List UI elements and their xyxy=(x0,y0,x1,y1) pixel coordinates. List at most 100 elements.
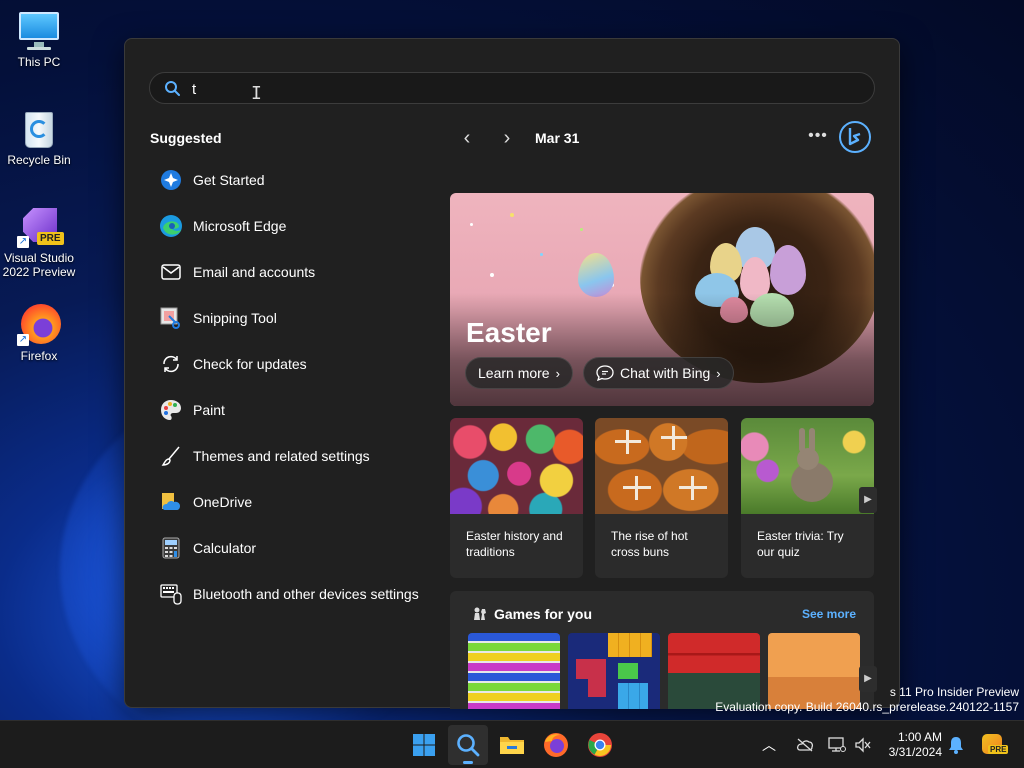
game-thumbnail xyxy=(568,633,660,709)
suggested-item-label: Snipping Tool xyxy=(193,310,277,326)
speaker-muted-icon xyxy=(855,737,871,753)
suggested-item-microsoft-edge[interactable]: Microsoft Edge xyxy=(149,203,439,249)
refresh-icon xyxy=(159,352,183,376)
file-explorer-button[interactable] xyxy=(492,725,532,765)
card-caption: Easter trivia: Try our quiz xyxy=(757,529,844,559)
caret-right-icon: ▶ xyxy=(864,673,872,684)
card-easter-trivia[interactable]: Easter trivia: Try our quiz xyxy=(741,418,874,578)
desktop-icon-label: Recycle Bin xyxy=(7,153,71,167)
hero-gradient-overlay xyxy=(450,293,874,406)
caret-right-icon: ▶ xyxy=(864,494,872,505)
desktop-icon-label: This PC xyxy=(17,55,61,69)
shortcut-arrow-icon: ↗ xyxy=(17,236,29,248)
suggested-item-email-accounts[interactable]: Email and accounts xyxy=(149,249,439,295)
bell-icon xyxy=(949,737,963,754)
suggested-item-label: Microsoft Edge xyxy=(193,218,287,234)
chrome-taskbar-button[interactable] xyxy=(580,725,620,765)
paint-icon xyxy=(159,398,183,422)
pre-badge: PRE xyxy=(988,745,1009,754)
previous-day-button[interactable]: ‹ xyxy=(455,127,479,151)
clock-time: 1:00 AM xyxy=(897,730,942,744)
windows-logo-icon xyxy=(413,734,435,756)
card-caption: Easter history and traditions xyxy=(466,529,563,559)
watermark-edition: s 11 Pro Insider Preview xyxy=(889,685,1019,699)
recycle-bin-icon xyxy=(17,106,61,150)
text-cursor-icon: I xyxy=(251,83,262,104)
suggested-item-snipping-tool[interactable]: Snipping Tool xyxy=(149,295,439,341)
copilot-button[interactable]: PRE xyxy=(980,721,1009,768)
see-more-link[interactable]: See more xyxy=(802,607,856,621)
suggested-item-label: Email and accounts xyxy=(193,264,316,280)
get-started-icon xyxy=(159,168,183,192)
clock-date: 3/31/2024 xyxy=(888,745,942,759)
taskbar: ︿ 1:00 AM 3/31/2024 PRE xyxy=(0,720,1024,768)
games-heading: Games for you xyxy=(494,606,593,622)
search-input[interactable] xyxy=(192,78,852,100)
chrome-icon xyxy=(588,733,612,757)
suggested-item-themes[interactable]: Themes and related settings xyxy=(149,433,439,479)
desktop-icon-label-line2: 2022 Preview xyxy=(2,265,76,279)
suggested-item-calculator[interactable]: Calculator xyxy=(149,525,439,571)
network-icon xyxy=(828,737,846,752)
desktop-icon-label-line1: Visual Studio xyxy=(4,251,74,265)
suggested-item-label: Themes and related settings xyxy=(193,448,370,464)
chat-with-bing-button[interactable]: Chat with Bing › xyxy=(583,357,734,389)
search-button[interactable] xyxy=(448,725,488,765)
pre-badge: PRE xyxy=(37,232,64,245)
chevron-right-icon: › xyxy=(555,366,560,381)
desktop-icon-recycle-bin[interactable]: Recycle Bin xyxy=(2,106,76,167)
desktop-icon-label: Firefox xyxy=(20,349,58,363)
cards-next-button[interactable]: ▶ xyxy=(859,487,877,513)
onedrive-icon xyxy=(159,490,183,514)
suggested-item-onedrive[interactable]: OneDrive xyxy=(149,479,439,525)
suggested-list: Get Started Microsoft Edge Email and acc… xyxy=(149,157,439,617)
firefox-taskbar-button[interactable] xyxy=(536,725,576,765)
firefox-icon xyxy=(544,733,568,757)
clock-button[interactable]: 1:00 AM 3/31/2024 xyxy=(880,730,942,760)
computer-icon xyxy=(17,8,61,52)
folder-icon xyxy=(500,737,524,754)
suggested-item-paint[interactable]: Paint xyxy=(149,387,439,433)
suggested-heading: Suggested xyxy=(150,130,222,146)
bing-icon xyxy=(839,121,871,153)
chevron-up-icon: ︿ xyxy=(762,737,776,753)
visual-studio-icon: PRE ↗ xyxy=(17,204,64,248)
desktop-icon-visual-studio[interactable]: PRE ↗ Visual Studio 2022 Preview xyxy=(2,204,76,279)
suggested-item-label: Paint xyxy=(193,402,225,418)
chevron-right-icon: › xyxy=(716,366,721,381)
shortcut-arrow-icon: ↗ xyxy=(17,334,29,346)
mail-icon xyxy=(159,260,183,284)
notifications-button[interactable] xyxy=(948,721,964,768)
chevron-right-icon: › xyxy=(503,127,511,149)
game-tile-stripes[interactable] xyxy=(468,633,560,709)
more-options-button[interactable]: ••• xyxy=(805,125,831,151)
suggested-item-get-started[interactable]: Get Started xyxy=(149,157,439,203)
firefox-icon: ↗ xyxy=(17,302,61,346)
card-caption: The rise of hot cross buns xyxy=(611,529,688,559)
game-tile-blocks[interactable] xyxy=(568,633,660,709)
desktop-icon-firefox[interactable]: ↗ Firefox xyxy=(2,302,76,363)
chevron-left-icon: ‹ xyxy=(463,127,471,149)
show-hidden-icons-button[interactable]: ︿ xyxy=(762,721,776,768)
suggested-item-label: OneDrive xyxy=(193,494,253,510)
search-flyout: I Suggested Get Started Microsoft Edge E… xyxy=(124,38,900,709)
calculator-icon xyxy=(159,536,183,560)
onedrive-tray-button[interactable] xyxy=(796,721,814,768)
painted-eggs-image xyxy=(450,418,583,514)
card-hot-cross-buns[interactable]: The rise of hot cross buns xyxy=(595,418,728,578)
highlight-cards: Easter history and traditions The rise o… xyxy=(450,418,874,578)
learn-more-button[interactable]: Learn more › xyxy=(465,357,573,389)
search-icon xyxy=(165,81,180,96)
suggested-item-bluetooth-devices[interactable]: Bluetooth and other devices settings xyxy=(149,571,439,617)
watermark-build: Evaluation copy. Build 26040.rs_prerelea… xyxy=(715,700,1019,714)
start-button[interactable] xyxy=(404,725,444,765)
easter-hero-card[interactable]: Easter Learn more › Chat with Bing › xyxy=(450,193,874,406)
bing-button[interactable] xyxy=(838,120,872,154)
suggested-item-check-updates[interactable]: Check for updates xyxy=(149,341,439,387)
next-day-button[interactable]: › xyxy=(495,127,519,151)
network-tray-button[interactable] xyxy=(828,721,846,768)
card-easter-history[interactable]: Easter history and traditions xyxy=(450,418,583,578)
volume-tray-button[interactable] xyxy=(854,721,872,768)
snipping-tool-icon xyxy=(159,306,183,330)
desktop-icon-this-pc[interactable]: This PC xyxy=(2,8,76,69)
